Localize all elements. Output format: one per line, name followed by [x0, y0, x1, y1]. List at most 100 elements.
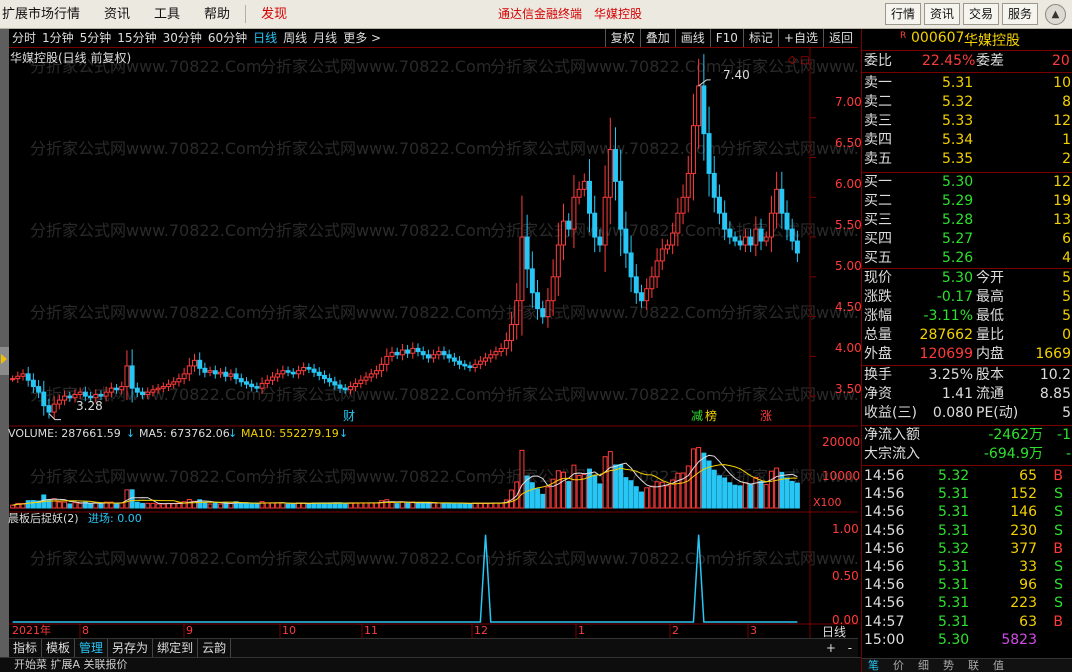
candle-body: [628, 252, 634, 278]
zoom-in-icon[interactable]: +: [826, 639, 836, 657]
volume-bar: [155, 503, 161, 509]
volume-bar: [342, 503, 348, 509]
stock-name[interactable]: 华媒控股: [964, 30, 1020, 50]
tool-f10[interactable]: F10: [709, 29, 743, 47]
panel-tab-trend[interactable]: 势: [943, 659, 954, 672]
volume-bar: [67, 503, 73, 509]
volume-bar: [41, 494, 47, 509]
volume-bar: [72, 502, 78, 509]
tab-save-as[interactable]: 另存为: [108, 639, 154, 657]
candle-body: [103, 391, 109, 397]
tool-overlay[interactable]: 叠加: [639, 29, 675, 47]
period-1min[interactable]: 1分钟: [39, 29, 77, 47]
bid-label: 买二: [864, 193, 892, 209]
period-15min[interactable]: 15分钟: [114, 29, 159, 47]
period-more[interactable]: 更多 >: [340, 29, 384, 47]
event-limit-up[interactable]: 涨: [760, 408, 772, 423]
candle-body: [160, 386, 166, 389]
menu-help[interactable]: 帮助: [192, 0, 242, 29]
fund-value: 3.25%: [928, 367, 973, 383]
event-finance[interactable]: 财: [343, 409, 355, 423]
collapse-pane-icon[interactable]: □: [800, 55, 809, 66]
tick-price: 5.31: [938, 559, 970, 575]
period-daily[interactable]: 日线: [250, 29, 280, 47]
ask-price: 5.31: [942, 75, 974, 91]
tool-draw[interactable]: 画线: [674, 29, 710, 47]
tool-adjust[interactable]: 复权: [604, 29, 640, 47]
period-weekly[interactable]: 周线: [280, 29, 310, 47]
quote-panel: R 000607 华媒控股 委比 22.45% 委差 20 卖一 5.31 10 卖二…: [861, 29, 1072, 672]
tick-time: 14:57: [864, 613, 905, 630]
volume-bar: [742, 482, 748, 509]
window-title: 通达信金融终端 华媒控股: [498, 0, 642, 29]
quote-button[interactable]: 行情: [884, 3, 921, 25]
event-finance-box[interactable]: [342, 408, 356, 422]
volume-bar: [477, 502, 483, 509]
event-reduce-box[interactable]: [690, 408, 704, 422]
tool-add-watchlist[interactable]: +自选: [777, 29, 823, 47]
service-button[interactable]: 服务: [1001, 3, 1038, 25]
stat-label-2: 内盘: [976, 346, 1004, 362]
volume-bar: [597, 483, 603, 509]
fund-row: 收益(三) 0.080 PE(动) 5: [862, 404, 1072, 423]
event-reduce[interactable]: 减: [691, 409, 703, 423]
period-monthly[interactable]: 月线: [310, 29, 340, 47]
panel-tab-value[interactable]: 值: [993, 659, 1004, 672]
panel-tab-link[interactable]: 联: [968, 659, 979, 672]
tab-bind[interactable]: 绑定到: [153, 639, 199, 657]
volume-bar: [628, 480, 634, 509]
volume-bar: [706, 460, 712, 509]
panel-tab-ticks[interactable]: 笔: [868, 659, 879, 672]
tab-template[interactable]: 模板: [42, 639, 76, 657]
left-sidebar-toggle[interactable]: [0, 29, 9, 672]
panel-tab-detail[interactable]: 细: [918, 659, 929, 672]
event-rank[interactable]: 榜: [705, 408, 717, 423]
date-tick-2: 2: [672, 624, 679, 637]
tool-mark[interactable]: 标记: [742, 29, 778, 47]
period-timeshare[interactable]: 分时: [9, 29, 39, 47]
watermark-text: 分折家公式网www.70822.Com: [260, 57, 491, 76]
candle-body: [186, 365, 192, 375]
expand-arrow-icon[interactable]: [1, 354, 7, 364]
candle-body: [41, 391, 47, 407]
stock-code[interactable]: 000607: [911, 30, 964, 46]
indicator-tick-0.00: 0.00: [832, 613, 859, 627]
watermark-text: 分折家公式网www.70822.Com: [30, 303, 261, 322]
period-60min[interactable]: 60分钟: [205, 29, 250, 47]
volume-bar: [613, 464, 618, 509]
tab-manage[interactable]: 管理: [75, 639, 109, 657]
collapse-icon[interactable]: ▲: [1045, 4, 1066, 25]
candle-body: [379, 363, 385, 372]
period-30min[interactable]: 30分钟: [160, 29, 205, 47]
zoom-out-icon[interactable]: -: [848, 639, 852, 657]
news-button[interactable]: 资讯: [923, 3, 960, 25]
tick-direction: B: [1053, 540, 1063, 557]
menu-news[interactable]: 资讯: [92, 0, 142, 29]
volume-bar: [472, 502, 478, 509]
tab-cloud[interactable]: 云韵: [198, 639, 232, 657]
tick-volume: 33: [1019, 559, 1037, 575]
watermark-text: 分折家公式网www.70822.Com: [30, 467, 261, 486]
panel-tab-price[interactable]: 价: [893, 659, 904, 672]
candle-body: [670, 232, 676, 246]
tool-back[interactable]: 返回: [822, 29, 858, 47]
volume-bar: [119, 502, 125, 509]
tab-indicator[interactable]: 指标: [9, 639, 43, 657]
menu-extended-market[interactable]: 扩展市场行情: [0, 0, 92, 29]
bid-row: 买三 5.28 13: [862, 211, 1072, 230]
volume-bar: [420, 502, 426, 509]
period-5min[interactable]: 5分钟: [77, 29, 115, 47]
menu-discover[interactable]: 发现: [249, 0, 299, 29]
candle-body: [373, 370, 379, 375]
candle-body: [124, 365, 130, 388]
volume-bar: [789, 480, 795, 509]
stat-value: 5.30: [941, 270, 973, 286]
volume-bar: [763, 484, 769, 509]
ask-label: 卖五: [864, 151, 892, 167]
candle-body: [134, 387, 140, 393]
volume-bar: [160, 503, 166, 509]
tick-time: 14:56: [864, 540, 905, 557]
trade-button[interactable]: 交易: [962, 3, 999, 25]
menu-tools[interactable]: 工具: [142, 0, 192, 29]
tick-price: 5.31: [938, 613, 970, 630]
